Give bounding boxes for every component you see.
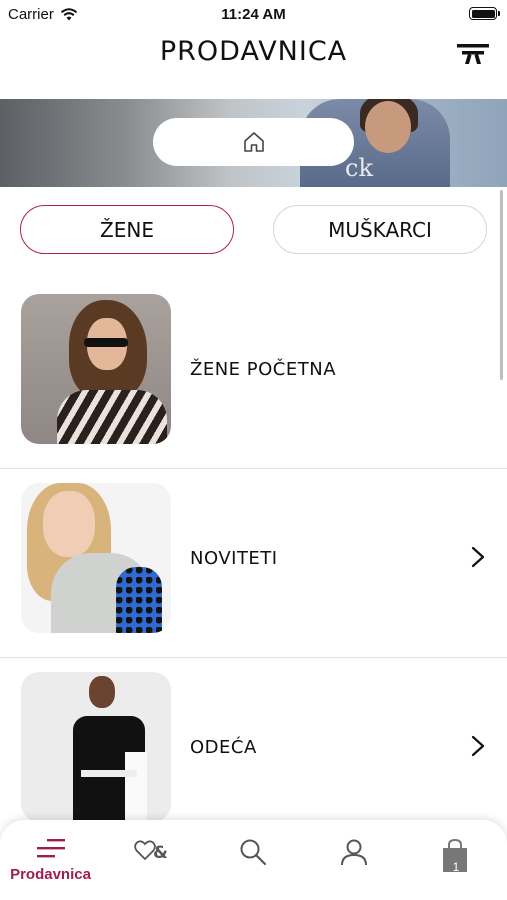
category-label: NOVITETI [190,547,278,569]
list-item-odeca[interactable]: ODEĆA [0,658,507,847]
category-thumbnail [21,294,171,444]
tab-search[interactable] [202,820,303,900]
tab-zene[interactable]: ŽENE [20,205,234,254]
profile-icon [340,839,367,866]
category-label: ODEĆA [190,736,257,758]
menu-icon [36,839,65,858]
bottom-tab-bar: Prodavnica & 1 [0,820,507,900]
home-icon [243,132,264,152]
search-icon [240,839,266,866]
chevron-right-icon [471,735,485,757]
svg-text:&: & [153,843,168,862]
tab-prodavnica[interactable]: Prodavnica [0,820,101,900]
status-bar: Carrier 11:24 AM [0,0,507,28]
cart-badge: 1 [452,860,460,874]
tab-label: Prodavnica [10,866,91,883]
home-button[interactable] [153,118,354,166]
gender-tabs: ŽENE MUŠKARCI [0,205,507,257]
tab-cart[interactable]: 1 [404,820,505,900]
category-label: ŽENE POČETNA [190,358,337,380]
hero-banner[interactable]: ck [0,99,507,187]
category-thumbnail [21,483,171,633]
list-item-zene-pocetna[interactable]: ŽENE POČETNA [0,280,507,469]
wishlist-icon: & [133,840,168,862]
banner-model-face [365,101,411,153]
tab-muskarci[interactable]: MUŠKARCI [273,205,487,254]
header: PRODAVNICA [0,28,507,78]
brand-logo-icon[interactable] [457,42,489,64]
banner-brand-text: ck [345,154,373,182]
clock: 11:24 AM [221,6,286,23]
page-title: PRODAVNICA [159,36,348,67]
battery-icon [469,7,500,20]
tab-profile[interactable] [303,820,404,900]
chevron-right-icon [471,546,485,568]
category-list: ŽENE POČETNA NOVITETI ODEĆA [0,280,507,847]
category-thumbnail [21,672,171,822]
list-item-noviteti[interactable]: NOVITETI [0,469,507,658]
tab-wishlist[interactable]: & [101,820,202,900]
